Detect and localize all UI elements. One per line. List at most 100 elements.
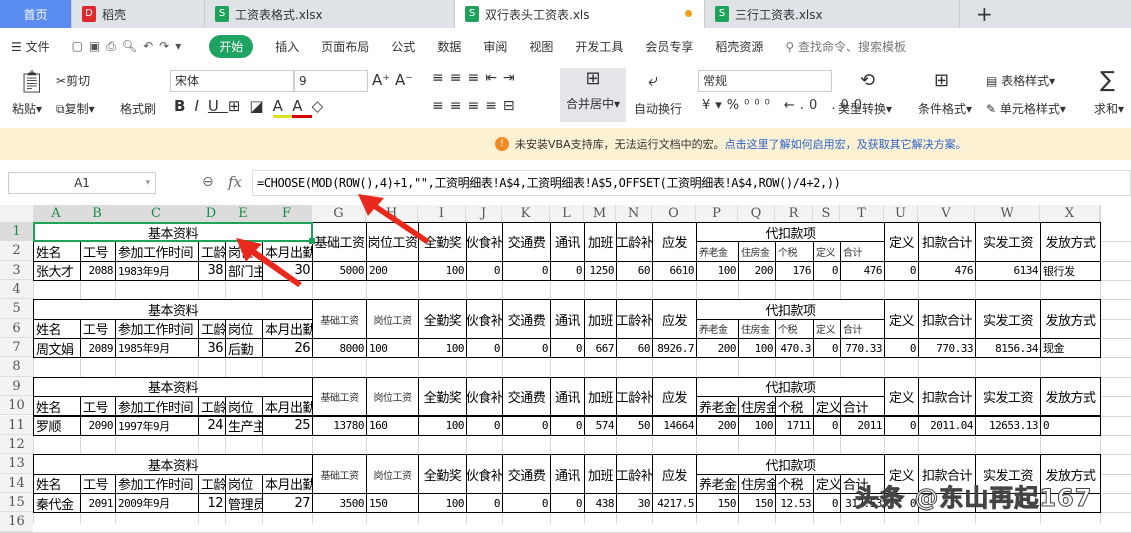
- data-cell[interactable]: 100: [418, 415, 467, 436]
- data-cell[interactable]: 0: [550, 415, 585, 436]
- column-header-U[interactable]: U: [884, 205, 918, 222]
- column-label[interactable]: 发放方式: [1040, 376, 1101, 417]
- column-label[interactable]: 工龄补: [616, 454, 653, 494]
- font-grow-shrink-icons[interactable]: A⁺ A⁻: [372, 71, 413, 89]
- data-cell[interactable]: 0: [813, 492, 841, 514]
- column-label[interactable]: 岗位工资: [366, 222, 419, 262]
- column-label[interactable]: 工龄补: [616, 222, 653, 262]
- column-header-X[interactable]: X: [1040, 205, 1100, 222]
- menu-view[interactable]: 视图: [529, 38, 553, 55]
- data-cell[interactable]: 0: [884, 415, 919, 436]
- data-cell[interactable]: 6134: [975, 260, 1041, 282]
- data-cell[interactable]: 60: [616, 338, 653, 359]
- data-cell[interactable]: 周文娟: [33, 338, 81, 359]
- paste-button[interactable]: 粘贴▾: [12, 100, 42, 117]
- column-label[interactable]: 个税: [775, 241, 814, 262]
- data-cell[interactable]: 0: [813, 338, 841, 359]
- column-label[interactable]: 个税: [775, 318, 814, 340]
- column-label[interactable]: 姓名: [33, 396, 81, 417]
- data-cell[interactable]: 银行发: [1040, 260, 1101, 282]
- data-cell[interactable]: 150: [366, 492, 419, 514]
- data-cell[interactable]: 0: [466, 492, 503, 514]
- data-cell[interactable]: 0: [466, 260, 503, 282]
- data-cell[interactable]: 1250: [584, 260, 617, 282]
- search-commands[interactable]: ⚲ 查找命令、搜索模板: [785, 38, 906, 55]
- data-cell[interactable]: 160: [366, 415, 419, 436]
- column-label[interactable]: 姓名: [33, 318, 81, 340]
- data-cell[interactable]: 1997年9月: [115, 415, 199, 436]
- format-painter-button[interactable]: 格式刷: [120, 100, 156, 117]
- column-label[interactable]: 姓名: [33, 241, 81, 262]
- column-label[interactable]: 住房金: [738, 473, 776, 494]
- data-cell[interactable]: 现金: [1040, 338, 1101, 359]
- column-header-W[interactable]: W: [975, 205, 1040, 222]
- column-label[interactable]: 全勤奖: [418, 299, 467, 340]
- column-header-J[interactable]: J: [466, 205, 502, 222]
- data-cell[interactable]: 14664: [652, 415, 697, 436]
- column-label[interactable]: 定义: [884, 376, 919, 417]
- wrap-text-button[interactable]: 自动换行: [634, 100, 682, 117]
- column-label[interactable]: 定义: [884, 222, 919, 262]
- data-cell[interactable]: 667: [584, 338, 617, 359]
- row-header[interactable]: 16: [0, 512, 33, 532]
- column-label[interactable]: 全勤奖: [418, 376, 467, 417]
- menu-data[interactable]: 数据: [437, 38, 461, 55]
- data-cell[interactable]: 2091: [80, 492, 116, 514]
- column-label[interactable]: 加班: [584, 454, 617, 494]
- data-cell[interactable]: 26: [262, 338, 313, 359]
- tab-docer[interactable]: D 稻壳: [72, 0, 205, 28]
- column-label[interactable]: 基础工资: [312, 454, 367, 494]
- column-header-G[interactable]: G: [312, 205, 366, 222]
- data-cell[interactable]: 1983年9月: [115, 260, 199, 282]
- column-label[interactable]: 工号: [80, 318, 116, 340]
- column-label[interactable]: 全勤奖: [418, 222, 467, 262]
- column-label[interactable]: 个税: [775, 473, 814, 494]
- data-cell[interactable]: 0: [502, 260, 551, 282]
- column-label[interactable]: 岗位工资: [366, 454, 419, 494]
- column-label[interactable]: 住房金: [738, 241, 776, 262]
- column-label[interactable]: 伙食补: [466, 376, 503, 417]
- data-cell[interactable]: 176: [775, 260, 814, 282]
- column-header-F[interactable]: F: [262, 205, 312, 222]
- data-cell[interactable]: 25: [262, 415, 313, 436]
- row-header[interactable]: 15: [0, 492, 33, 513]
- column-label[interactable]: 加班: [584, 376, 617, 417]
- row-header[interactable]: 5: [0, 299, 33, 319]
- column-label[interactable]: 加班: [584, 222, 617, 262]
- data-cell[interactable]: 100: [738, 415, 776, 436]
- column-label[interactable]: 工龄: [198, 241, 226, 262]
- data-cell[interactable]: 200: [366, 260, 419, 282]
- data-cell[interactable]: 8000: [312, 338, 367, 359]
- menu-developer[interactable]: 开发工具: [575, 38, 623, 55]
- column-label[interactable]: 全勤奖: [418, 454, 467, 494]
- data-cell[interactable]: 0: [884, 260, 919, 282]
- column-label[interactable]: 工龄: [198, 396, 226, 417]
- fill-handle[interactable]: [309, 238, 315, 245]
- tab-file-3[interactable]: S 三行工资表.xlsx: [705, 0, 960, 28]
- column-label[interactable]: 工龄: [198, 473, 226, 494]
- column-header-N[interactable]: N: [616, 205, 652, 222]
- column-label[interactable]: 基础工资: [312, 222, 367, 262]
- data-cell[interactable]: 3500: [312, 492, 367, 514]
- data-cell[interactable]: 后勤: [225, 338, 263, 359]
- column-header-C[interactable]: C: [115, 205, 198, 222]
- column-label[interactable]: 实发工资: [975, 376, 1041, 417]
- column-label[interactable]: 合计: [840, 396, 885, 417]
- column-header-O[interactable]: O: [652, 205, 696, 222]
- column-label[interactable]: 发放方式: [1040, 222, 1101, 262]
- column-label[interactable]: 养老金: [696, 396, 739, 417]
- column-label[interactable]: 合计: [840, 241, 885, 262]
- row-header[interactable]: 2: [0, 241, 33, 261]
- data-cell[interactable]: 100: [418, 260, 467, 282]
- column-label[interactable]: 伙食补: [466, 299, 503, 340]
- column-label[interactable]: 工龄补: [616, 376, 653, 417]
- column-label[interactable]: 住房金: [738, 318, 776, 340]
- new-tab-button[interactable]: +: [966, 0, 993, 28]
- data-cell[interactable]: 0: [502, 492, 551, 514]
- column-label[interactable]: 定义: [813, 396, 841, 417]
- column-label[interactable]: 伙食补: [466, 222, 503, 262]
- row-header[interactable]: 1: [0, 222, 33, 242]
- formula-input[interactable]: =CHOOSE(MOD(ROW(),4)+1,"",工资明细表!A$4,工资明细…: [252, 170, 1131, 196]
- menu-formula[interactable]: 公式: [391, 38, 415, 55]
- copy-button[interactable]: ⧉复制▾: [56, 100, 95, 117]
